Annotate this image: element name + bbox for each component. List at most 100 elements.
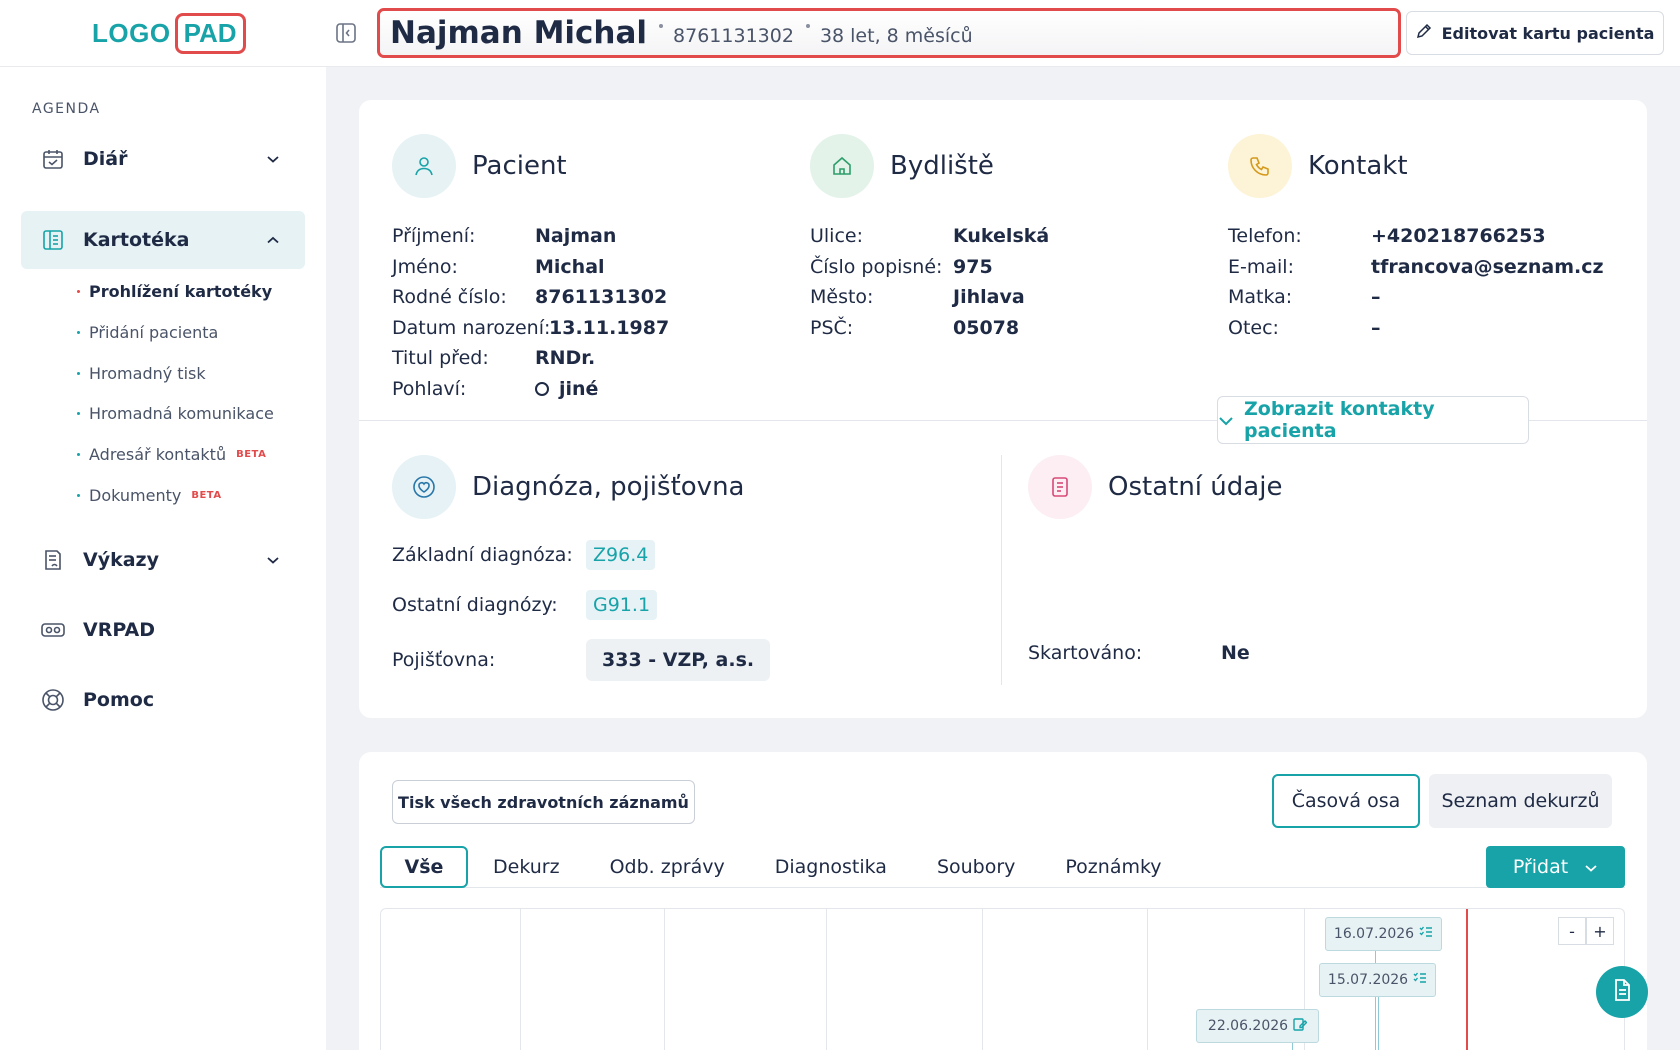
patient-title: Najman Michal 8761131302 38 let, 8 měsíc… <box>377 8 1401 58</box>
patient-birth-number: 8761131302 <box>673 25 794 47</box>
logo-text-boxed: PAD <box>174 12 246 54</box>
chevron-down-icon <box>1584 856 1598 878</box>
floating-document-button[interactable] <box>1596 966 1648 1018</box>
shredded-row: Skartováno: Ne <box>1028 638 1250 669</box>
lifebuoy-icon <box>39 688 67 712</box>
chevron-down-icon <box>1218 409 1234 431</box>
tab-soubory[interactable]: Soubory <box>912 846 1040 888</box>
tab-vse[interactable]: Vše <box>380 845 468 888</box>
insurance-row: Pojišťovna: 333 - VZP, a.s. <box>392 639 771 681</box>
sidebar-item-label: Pomoc <box>83 689 155 711</box>
sidebar: LOGO PAD AGENDA Diář Kartotéka Prohlížen… <box>0 0 326 1050</box>
phone-icon <box>1228 134 1292 198</box>
gender-circle-icon <box>535 381 549 396</box>
sidebar-subitem-adresar[interactable]: Adresář kontaktů BETA <box>77 445 266 464</box>
timeline-event[interactable]: 16.07.2026 <box>1325 917 1442 951</box>
document-icon <box>1028 455 1092 519</box>
logo-text: LOGO <box>92 17 171 48</box>
title-value: RNDr. <box>535 347 596 369</box>
other-info-section-header: Ostatní údaje <box>1028 455 1282 519</box>
column-divider <box>1001 455 1002 685</box>
sidebar-subitem-dokumenty[interactable]: Dokumenty BETA <box>77 486 222 505</box>
sidebar-subitem-pridani[interactable]: Přidání pacienta <box>77 323 218 342</box>
add-record-button[interactable]: Přidat <box>1486 846 1625 888</box>
sidebar-item-label: Diář <box>83 148 128 170</box>
patient-name: Najman Michal <box>390 15 648 51</box>
insurance-chip: 333 - VZP, a.s. <box>586 639 771 681</box>
patient-fields: Příjmení: Jméno: Rodné číslo: Datum naro… <box>392 221 669 404</box>
firstname-value: Michal <box>535 255 605 278</box>
sidebar-item-pomoc[interactable]: Pomoc <box>21 671 305 729</box>
print-all-records-button[interactable]: Tisk všech zdravotních záznamů <box>392 780 695 824</box>
sidebar-item-diar[interactable]: Diář <box>21 130 305 188</box>
tab-dekurz[interactable]: Dekurz <box>468 846 585 888</box>
contact-fields: Telefon: E-mail: Matka: Otec: +420218766… <box>1228 221 1604 343</box>
sidebar-subitem-prohlizeni[interactable]: Prohlížení kartotéky <box>77 282 272 301</box>
shredded-value: Ne <box>1221 642 1250 664</box>
other-diagnosis-chip[interactable]: G91.1 <box>586 590 658 620</box>
zip-value: 05078 <box>953 316 1020 339</box>
sidebar-subitem-hromadna-komunikace[interactable]: Hromadná komunikace <box>77 404 274 423</box>
collapse-sidebar-icon[interactable] <box>335 22 357 44</box>
birth-date-value: 13.11.1987 <box>549 316 670 339</box>
show-patient-contacts-button[interactable]: Zobrazit kontakty pacienta <box>1217 396 1529 444</box>
sidebar-item-label: Výkazy <box>83 549 159 571</box>
tab-poznamky[interactable]: Poznámky <box>1040 846 1186 888</box>
birth-number-value: 8761131302 <box>535 286 668 308</box>
house-number-value: 975 <box>953 255 993 278</box>
contact-section-header: Kontakt <box>1228 134 1408 198</box>
view-timeline-button[interactable]: Časová osa <box>1272 774 1420 828</box>
checklist-icon <box>1419 926 1433 942</box>
home-icon <box>810 134 874 198</box>
street-value: Kukelská <box>953 225 1050 247</box>
edit-note-icon <box>1293 1017 1308 1035</box>
sidebar-item-label: Kartotéka <box>83 229 190 251</box>
beta-badge: BETA <box>236 449 267 460</box>
calendar-icon <box>39 148 67 170</box>
patient-info-card: Pacient Příjmení: Jméno: Rodné číslo: Da… <box>359 100 1647 718</box>
sidebar-item-vrpad[interactable]: VRPAD <box>21 601 305 659</box>
timeline-event[interactable]: 22.06.2026 <box>1196 1009 1319 1043</box>
edit-patient-card-button[interactable]: Editovat kartu pacienta <box>1406 11 1664 55</box>
records-card: Tisk všech zdravotních záznamů Časová os… <box>359 752 1647 1050</box>
tab-odb-zpravy[interactable]: Odb. zprávy <box>585 846 750 888</box>
sidebar-section-label: AGENDA <box>32 101 101 117</box>
timeline-view[interactable]: 16.07.2026 15.07.2026 22.06.2026 - + <box>380 908 1625 1050</box>
logo[interactable]: LOGO PAD <box>0 0 326 67</box>
records-tabs: Vše Dekurz Odb. zprávy Diagnostika Soubo… <box>380 845 1625 888</box>
sidebar-subitem-hromadny-tisk[interactable]: Hromadný tisk <box>77 364 206 383</box>
person-icon <box>392 134 456 198</box>
sidebar-item-kartoteka[interactable]: Kartotéka <box>21 211 305 269</box>
city-value: Jihlava <box>953 286 1025 308</box>
top-header: Najman Michal 8761131302 38 let, 8 měsíc… <box>326 0 1680 67</box>
address-section-header: Bydliště <box>810 134 994 198</box>
main-diagnosis-row: Základní diagnóza: Z96.4 <box>392 540 656 570</box>
view-decourse-list-button[interactable]: Seznam dekurzů <box>1429 774 1612 828</box>
timeline-today-marker <box>1466 909 1468 1050</box>
other-diagnoses-row: Ostatní diagnózy: G91.1 <box>392 590 658 620</box>
sidebar-item-label: VRPAD <box>83 619 155 641</box>
main-diagnosis-chip[interactable]: Z96.4 <box>586 540 656 570</box>
diagnosis-section-header: Diagnóza, pojišťovna <box>392 455 744 519</box>
email-value: tfrancova@seznam.cz <box>1371 255 1604 278</box>
surname-value: Najman <box>535 225 617 247</box>
zoom-out-button[interactable]: - <box>1558 917 1586 945</box>
vr-headset-icon <box>39 622 67 638</box>
tab-diagnostika[interactable]: Diagnostika <box>750 846 912 888</box>
gender-value: jiné <box>535 374 669 405</box>
patient-section-header: Pacient <box>392 134 567 198</box>
checklist-icon <box>1413 972 1427 988</box>
sidebar-item-vykazy[interactable]: Výkazy <box>21 531 305 589</box>
timeline-event[interactable]: 15.07.2026 <box>1319 963 1436 997</box>
mother-value: – <box>1371 286 1381 308</box>
zoom-in-button[interactable]: + <box>1586 917 1614 945</box>
chevron-down-icon <box>263 555 283 565</box>
document-icon <box>1610 978 1634 1006</box>
pencil-icon <box>1416 23 1432 43</box>
phone-value: +420218766253 <box>1371 225 1546 247</box>
chevron-up-icon <box>263 235 283 245</box>
kartoteka-icon <box>39 229 67 251</box>
heart-badge-icon <box>392 455 456 519</box>
address-fields: Ulice: Číslo popisné: Město: PSČ: Kukels… <box>810 221 1049 343</box>
report-icon <box>39 549 67 571</box>
